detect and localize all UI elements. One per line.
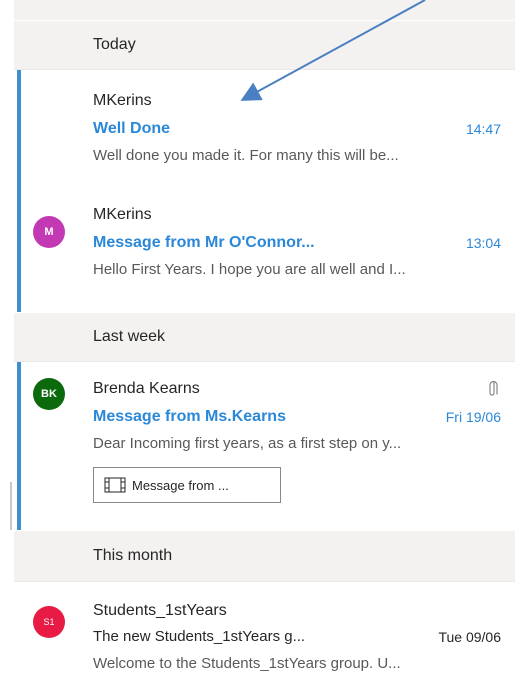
video-file-icon [104,477,126,493]
message-preview: Welcome to the Students_1stYears group. … [93,655,401,672]
unread-indicator [17,184,21,314]
message-item-mr-oconnor[interactable]: M MKerins Message from Mr O'Connor... 13… [14,184,515,314]
message-sender: Students_1stYears [93,602,227,619]
message-sender: MKerins [93,206,152,223]
unread-indicator [17,362,21,530]
message-subject: Message from Mr O'Connor... [93,234,315,251]
message-item-ms-kearns[interactable]: BK Brenda Kearns Message from Ms.Kearns … [14,362,515,530]
message-preview: Hello First Years. I hope you are all we… [93,261,406,278]
group-header-last-week: Last week [14,312,515,362]
avatar: S1 [33,606,65,638]
message-sender: MKerins [93,92,152,109]
message-preview: Dear Incoming first years, as a first st… [93,435,402,452]
avatar: BK [33,378,65,410]
group-header-label: Last week [93,328,166,345]
message-sender: Brenda Kearns [93,380,200,397]
attachment-name: Message from ... [132,477,229,493]
scrollbar-thumb[interactable] [10,482,12,530]
message-item-well-done[interactable]: MKerins Well Done 14:47 Well done you ma… [14,70,515,184]
group-header-label: This month [93,547,173,564]
message-time: 13:04 [465,235,501,251]
group-header-today: Today [14,20,515,70]
group-header-label: Today [93,36,136,53]
avatar: M [33,216,65,248]
message-subject: The new Students_1stYears g... [93,628,306,645]
paperclip-icon [489,380,498,396]
message-time: Tue 09/06 [438,629,501,645]
message-time: Fri 19/06 [445,409,501,425]
message-subject: Well Done [93,120,171,137]
attachment-chip[interactable]: Message from ... [93,467,281,503]
message-time: 14:47 [465,121,501,137]
unread-indicator [17,70,21,184]
message-subject: Message from Ms.Kearns [93,408,286,425]
group-header-this-month: This month [14,530,515,582]
message-item-students-1st-years[interactable]: S1 Students_1stYears The new Students_1s… [14,582,515,690]
message-list: Today MKerins Well Done 14:47 Well done … [0,0,515,690]
message-preview: Well done you made it. For many this wil… [93,147,399,164]
